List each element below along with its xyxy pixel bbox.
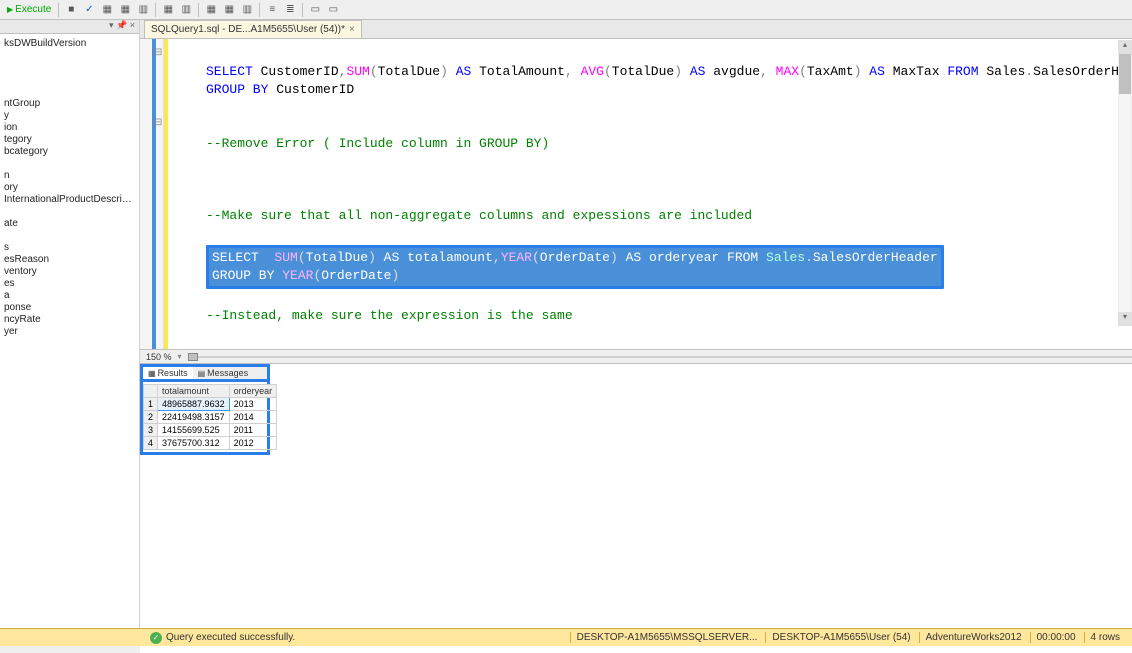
indent-icon[interactable]: ≡: [264, 2, 280, 18]
close-icon[interactable]: ×: [349, 24, 355, 35]
selected-query: SELECT SUM(TotalDue) AS totalamount,YEAR…: [206, 245, 944, 289]
debug-button[interactable]: ■: [63, 2, 79, 18]
tree-item[interactable]: s: [2, 242, 137, 254]
tool-icon-3[interactable]: ▥: [135, 2, 151, 18]
tree-item[interactable]: ksDWBuildVersion: [2, 38, 137, 50]
pin-icon[interactable]: ▾ 📌 ×: [109, 20, 135, 33]
status-time: 00:00:00: [1030, 632, 1082, 643]
table-row[interactable]: 4 37675700.312 2012: [144, 437, 277, 450]
status-user: DESKTOP-A1M5655\User (54): [765, 632, 916, 643]
horizontal-scrollbar-thumb[interactable]: [188, 353, 198, 361]
col-rownum[interactable]: [144, 385, 158, 398]
execute-button[interactable]: Execute: [4, 2, 54, 18]
tree-item[interactable]: ncyRate: [2, 314, 137, 326]
tree-item[interactable]: esReason: [2, 254, 137, 266]
editor-gutter: [140, 39, 164, 349]
message-icon: ▤: [198, 369, 206, 378]
fold-icon[interactable]: ⊟: [154, 117, 162, 128]
comment-icon[interactable]: ▭: [307, 2, 323, 18]
editor-column: SQLQuery1.sql - DE...A1M5655\User (54))*…: [140, 20, 1132, 646]
tool-icon-6[interactable]: ▦: [203, 2, 219, 18]
table-row[interactable]: 2 22419498.3157 2014: [144, 411, 277, 424]
toolbar: Execute ■ ✓ ▦ ▦ ▥ ▦ ▥ ▦ ▦ ▥ ≡ ≣ ▭ ▭: [0, 0, 1132, 20]
results-tabs: ▦ Results ▤ Messages: [140, 364, 270, 382]
status-bar: ✓ Query executed successfully. DESKTOP-A…: [0, 628, 1132, 646]
results-tab[interactable]: ▦ Results: [143, 367, 193, 379]
tree-item[interactable]: yer: [2, 326, 137, 338]
tree-item[interactable]: ventory: [2, 266, 137, 278]
tree-item[interactable]: ory: [2, 182, 137, 194]
editor-scrollbar[interactable]: ▴ ▾: [1118, 40, 1132, 326]
tree-item[interactable]: a: [2, 290, 137, 302]
horizontal-scrollbar-track[interactable]: [190, 356, 1132, 358]
zoom-bar: 150 % ▾: [140, 349, 1132, 363]
tool-icon-2[interactable]: ▦: [117, 2, 133, 18]
tree-item[interactable]: ntGroup: [2, 98, 137, 110]
outdent-icon[interactable]: ≣: [282, 2, 298, 18]
table-row[interactable]: 3 14155699.525 2011: [144, 424, 277, 437]
check-button[interactable]: ✓: [81, 2, 97, 18]
tree-item[interactable]: ate: [2, 218, 137, 230]
col-totalamount[interactable]: totalamount: [158, 385, 230, 398]
object-explorer: ▾ 📌 × ksDWBuildVersion ntGroup y ion teg…: [0, 20, 140, 646]
table-header-row: totalamount orderyear: [144, 385, 277, 398]
sql-editor[interactable]: ⊟ ⊟ SELECT CustomerID,SUM(TotalDue) AS T…: [140, 39, 1132, 349]
scroll-up-icon[interactable]: ▴: [1118, 40, 1132, 54]
tree-item[interactable]: es: [2, 278, 137, 290]
scroll-thumb[interactable]: [1119, 54, 1131, 94]
results-grid-wrap: totalamount orderyear 1 48965887.9632 20…: [140, 382, 270, 455]
tree-item[interactable]: tegory: [2, 134, 137, 146]
object-tree[interactable]: ksDWBuildVersion ntGroup y ion tegory bc…: [0, 34, 139, 632]
status-rows: 4 rows: [1084, 632, 1126, 643]
results-tab-label: Results: [158, 368, 188, 378]
fold-icon[interactable]: ⊟: [154, 47, 162, 58]
editor-wrap: ⊟ ⊟ SELECT CustomerID,SUM(TotalDue) AS T…: [140, 39, 1132, 653]
main-layout: ▾ 📌 × ksDWBuildVersion ntGroup y ion teg…: [0, 20, 1132, 646]
messages-tab-label: Messages: [207, 368, 248, 378]
tool-icon-7[interactable]: ▦: [221, 2, 237, 18]
execute-label: Execute: [15, 4, 51, 15]
results-pane: ▦ Results ▤ Messages totalamount orderye…: [140, 363, 1132, 653]
code-area[interactable]: SELECT CustomerID,SUM(TotalDue) AS Total…: [196, 39, 1132, 349]
col-orderyear[interactable]: orderyear: [229, 385, 277, 398]
tree-item[interactable]: InternationalProductDescription: [2, 194, 137, 206]
grid-icon: ▦: [148, 369, 156, 378]
status-message: Query executed successfully.: [166, 632, 295, 643]
zoom-value[interactable]: 150 %: [140, 352, 178, 362]
tree-item[interactable]: y: [2, 110, 137, 122]
results-grid[interactable]: totalamount orderyear 1 48965887.9632 20…: [143, 384, 277, 450]
uncomment-icon[interactable]: ▭: [325, 2, 341, 18]
tool-icon-5[interactable]: ▥: [178, 2, 194, 18]
status-server: DESKTOP-A1M5655\MSSQLSERVER...: [570, 632, 764, 643]
tool-icon-4[interactable]: ▦: [160, 2, 176, 18]
editor-tab[interactable]: SQLQuery1.sql - DE...A1M5655\User (54))*…: [144, 20, 362, 38]
tree-item[interactable]: ion: [2, 122, 137, 134]
tree-item[interactable]: n: [2, 170, 137, 182]
status-db: AdventureWorks2012: [919, 632, 1028, 643]
tool-icon-8[interactable]: ▥: [239, 2, 255, 18]
table-row[interactable]: 1 48965887.9632 2013: [144, 398, 277, 411]
tree-item[interactable]: bcategory: [2, 146, 137, 158]
tab-title: SQLQuery1.sql - DE...A1M5655\User (54))*: [151, 24, 345, 35]
tool-icon-1[interactable]: ▦: [99, 2, 115, 18]
editor-tabbar: SQLQuery1.sql - DE...A1M5655\User (54))*…: [140, 20, 1132, 39]
messages-tab[interactable]: ▤ Messages: [193, 367, 254, 379]
success-icon: ✓: [150, 632, 162, 644]
sidebar-header: ▾ 📌 ×: [0, 20, 139, 34]
tree-item[interactable]: ponse: [2, 302, 137, 314]
scroll-down-icon[interactable]: ▾: [1118, 312, 1132, 326]
